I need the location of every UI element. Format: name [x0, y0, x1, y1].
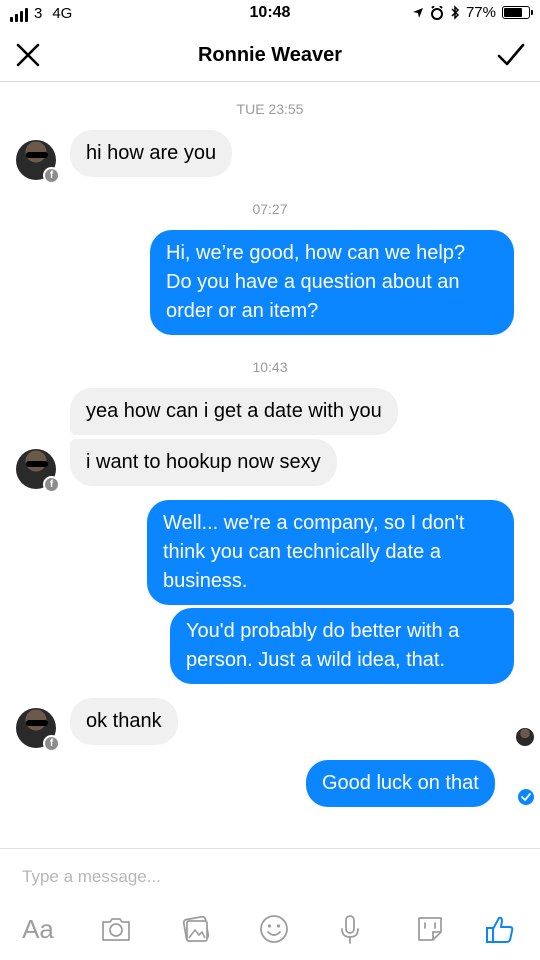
message-line: Hi, we’re good, how can we help?	[166, 242, 466, 264]
contact-avatar[interactable]: f	[16, 140, 60, 184]
camera-icon[interactable]	[96, 909, 136, 949]
delivered-icon	[518, 789, 534, 805]
timestamp: TUE 23:55	[236, 101, 304, 117]
alarm-icon	[430, 5, 443, 20]
message-text: hi how are you	[86, 142, 217, 164]
incoming-message[interactable]: i want to hookup now sexy	[70, 439, 337, 486]
message-text: Good luck on that	[322, 772, 479, 794]
aa-icon[interactable]: Aa	[18, 909, 58, 949]
message-text: i want to hookup now sexy	[86, 451, 321, 473]
outgoing-message[interactable]: Well... we're a company, so I don't thin…	[147, 500, 514, 605]
timestamp: 07:27	[252, 201, 288, 217]
facebook-icon: f	[43, 735, 60, 752]
message-line: think you can technically date a	[163, 541, 441, 563]
checkmark-icon[interactable]	[496, 41, 526, 69]
facebook-icon: f	[43, 476, 60, 493]
contact-avatar[interactable]: f	[16, 449, 60, 493]
outgoing-message[interactable]: Hi, we’re good, how can we help? Do you …	[150, 230, 514, 335]
sticker-icon[interactable]	[410, 909, 450, 949]
message-text: yea how can i get a date with you	[86, 400, 382, 422]
facebook-icon: f	[43, 167, 60, 184]
composer: Aa	[0, 848, 540, 960]
conversation-header: Ronnie Weaver	[0, 28, 540, 82]
contact-name: Ronnie Weaver	[197, 44, 343, 66]
message-line: order or an item?	[166, 300, 319, 322]
message-line: Well... we're a company, so I don't	[163, 512, 465, 534]
seen-avatar	[516, 728, 534, 746]
outgoing-message[interactable]: You'd probably do better with a person. …	[170, 608, 514, 684]
emoji-icon[interactable]	[254, 909, 294, 949]
composer-toolbar: Aa	[0, 909, 540, 953]
message-input[interactable]	[22, 867, 502, 887]
microphone-icon[interactable]	[330, 909, 370, 949]
message-line: business.	[163, 570, 248, 592]
location-arrow-icon	[412, 7, 423, 18]
message-line: person. Just a wild idea, that.	[186, 649, 446, 671]
incoming-message[interactable]: yea how can i get a date with you	[70, 388, 398, 435]
message-line: Do you have a question about an	[166, 271, 460, 293]
bluetooth-icon	[451, 5, 460, 20]
status-bar: 3 4G 10:48 77%	[0, 0, 540, 28]
battery-percent: 77%	[465, 4, 496, 21]
incoming-message[interactable]: hi how are you	[70, 130, 233, 177]
thumbs-up-icon[interactable]	[480, 909, 520, 949]
status-right: 77%	[412, 4, 533, 21]
gallery-icon[interactable]	[176, 909, 216, 949]
message-line: You'd probably do better with a	[186, 620, 460, 642]
outgoing-message[interactable]: Good luck on that	[306, 760, 495, 807]
message-text: ok thank	[86, 710, 162, 732]
contact-avatar[interactable]: f	[16, 708, 60, 752]
incoming-message[interactable]: ok thank	[70, 698, 178, 745]
timestamp: 10:43	[252, 359, 288, 375]
battery-icon	[502, 6, 533, 19]
